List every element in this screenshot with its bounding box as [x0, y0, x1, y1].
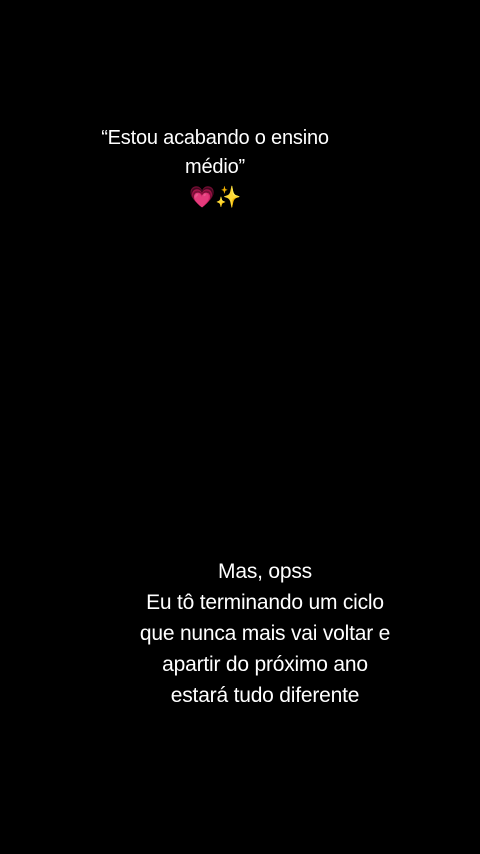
top-caption: “Estou acabando o ensino médio” 💗✨	[70, 124, 360, 212]
top-caption-line-1: “Estou acabando o ensino	[101, 127, 329, 149]
bottom-caption-line-5: estará tudo diferente	[170, 684, 360, 707]
top-caption-line-2: médio”	[185, 156, 245, 178]
sparkles-icon: ✨	[215, 185, 241, 209]
bottom-caption: Mas, opss Eu tô terminando um ciclo que …	[100, 556, 430, 711]
bottom-caption-line-2: Eu tô terminando um ciclo	[146, 591, 384, 614]
bottom-caption-line-1: Mas, opss	[218, 560, 312, 583]
bottom-caption-line-4: apartir do próximo ano	[162, 653, 368, 676]
heart-icon: 💗	[189, 185, 215, 209]
bottom-caption-line-3: que nunca mais vai voltar e	[139, 622, 391, 645]
video-frame: { "top_caption": { "line1": "“Estou acab…	[0, 0, 480, 854]
emoji-row: 💗✨	[70, 182, 360, 212]
